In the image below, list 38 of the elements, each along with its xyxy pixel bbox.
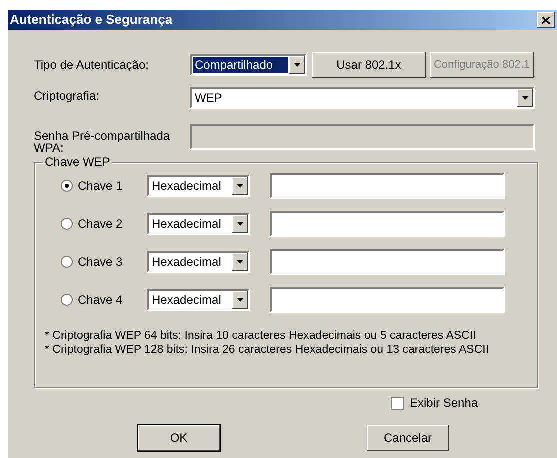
radio-label[interactable]: Chave 4 (78, 291, 123, 309)
checkbox-label[interactable]: Exibir Senha (410, 394, 478, 412)
dropdown-arrow-icon (522, 96, 528, 100)
dropdown-arrow-icon (236, 222, 244, 226)
radio-button[interactable] (61, 180, 73, 192)
window-title: Autenticação e Segurança (10, 11, 173, 30)
field-label: Tipo de Autenticação: (33, 57, 150, 74)
dropdown[interactable]: WEP (190, 87, 535, 109)
button[interactable]: Cancelar (367, 425, 449, 451)
close-button[interactable] (537, 12, 555, 28)
dropdown[interactable]: Hexadecimal (147, 251, 250, 273)
dropdown[interactable]: Hexadecimal (147, 213, 250, 235)
radio-label[interactable]: Chave 3 (78, 253, 123, 271)
key-input-field[interactable] (270, 211, 505, 237)
group-title: Chave WEP (43, 155, 112, 169)
dropdown[interactable]: Compartilhado (190, 54, 307, 76)
note-text: * Criptografia WEP 128 bits: Insira 26 caracteres Hexadecimais ou 13 caracteres ASCII (45, 343, 490, 357)
field-label: Criptografia: (33, 88, 100, 105)
dropdown-arrow-icon (236, 298, 244, 302)
field-label: Senha Pré-compartilhada WPA: (33, 128, 172, 154)
close-icon (542, 16, 550, 24)
note-text: * Criptografia WEP 64 bits: Insira 10 caracteres Hexadecimais ou 5 caracteres ASCII (45, 329, 478, 343)
dropdown-arrow-icon (294, 63, 300, 67)
key-input-field[interactable] (270, 287, 505, 313)
button[interactable]: OK (138, 425, 220, 451)
dropdown[interactable]: Hexadecimal (147, 175, 250, 197)
checkbox[interactable] (391, 396, 404, 410)
button[interactable]: Usar 802.1x (312, 52, 426, 78)
dropdown[interactable]: Hexadecimal (147, 289, 250, 311)
dropdown-arrow-icon (236, 260, 244, 264)
key-input-field[interactable] (270, 249, 505, 275)
key-input-field[interactable] (270, 173, 505, 199)
radio-label[interactable]: Chave 1 (78, 177, 123, 195)
radio-label[interactable]: Chave 2 (78, 215, 123, 233)
dropdown-arrow-icon (236, 184, 244, 188)
radio-button[interactable] (61, 294, 73, 306)
radio-button[interactable] (61, 256, 73, 268)
radio-button[interactable] (61, 218, 73, 230)
